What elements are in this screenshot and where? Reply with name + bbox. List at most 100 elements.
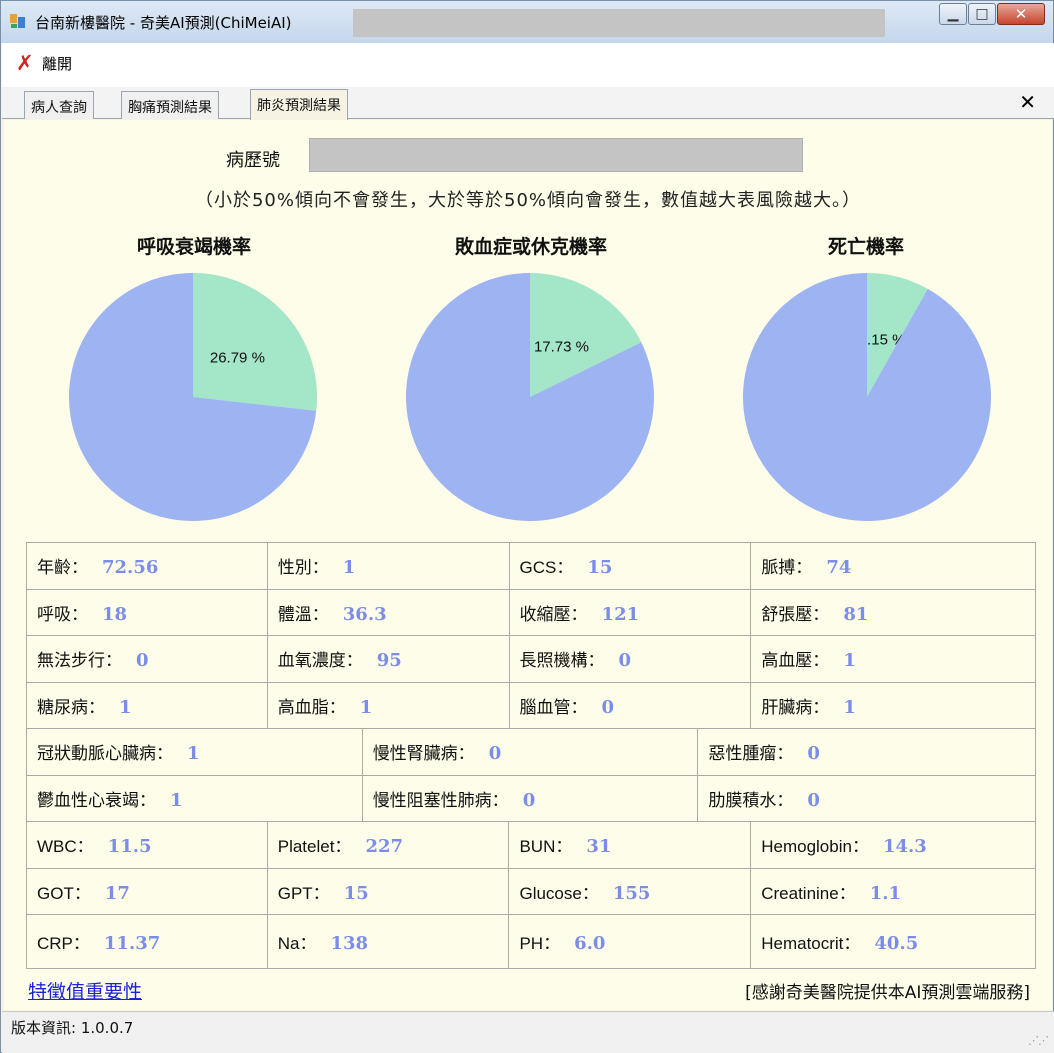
- table-row: 年齡： 72.56 性別： 1 GCS： 15 脈搏： 74: [26, 542, 1036, 590]
- table-cell: Glucose： 155: [508, 867, 752, 915]
- field-label: 冠狀動脈心臟病：: [37, 744, 173, 765]
- field-value: 1: [119, 696, 132, 718]
- field-value: 0: [136, 650, 149, 672]
- close-x-icon: ✗: [16, 51, 34, 75]
- interpretation-hint: （小於50%傾向不會發生，大於等於50%傾向會發生，數值越大表風險越大。）: [194, 190, 861, 211]
- field-value: 81: [843, 603, 869, 625]
- table-cell: 呼吸： 18: [26, 588, 268, 636]
- field-value: 15: [343, 882, 369, 904]
- field-value: 18: [102, 603, 128, 625]
- table-cell: 血氧濃度： 95: [266, 635, 510, 683]
- field-label: Platelet：: [277, 837, 352, 857]
- field-label: PH：: [519, 934, 561, 953]
- tab-patient-query[interactable]: 病人查詢: [24, 91, 94, 119]
- field-value: 40.5: [874, 933, 919, 954]
- feature-importance-link[interactable]: 特徵值重要性: [28, 977, 142, 1004]
- field-label: GPT：: [277, 883, 330, 903]
- field-label: Na：: [277, 934, 317, 953]
- field-value: 138: [330, 933, 369, 954]
- close-window-button[interactable]: ✕: [997, 3, 1045, 25]
- table-cell: 高血壓： 1: [750, 635, 1036, 683]
- leave-button[interactable]: ✗ 離開: [16, 53, 72, 74]
- redacted-area: [353, 9, 885, 37]
- field-value: 1.1: [869, 882, 902, 904]
- leave-label: 離開: [42, 55, 73, 73]
- field-value: 17: [104, 882, 130, 904]
- app-window: 台南新樓醫院 - 奇美AI預測(ChiMeiAI) ▁ □ ✕ ✗ 離開 病人查…: [0, 0, 1054, 1053]
- field-value: 0: [522, 789, 536, 811]
- table-cell: GOT： 17: [26, 867, 268, 915]
- table-cell: Creatinine： 1.1: [750, 867, 1036, 915]
- maximize-button[interactable]: □: [968, 3, 996, 25]
- field-label: Hematocrit：: [761, 934, 861, 953]
- field-label: 糖尿病：: [37, 697, 105, 718]
- field-value: 95: [376, 650, 402, 672]
- tab-label: 肺炎預測結果: [257, 98, 341, 114]
- window-title: 台南新樓醫院 - 奇美AI預測(ChiMeiAI): [35, 14, 292, 32]
- field-value: 1: [170, 789, 183, 811]
- table-cell: Hematocrit： 40.5: [750, 914, 1036, 969]
- field-label: 鬱血性心衰竭：: [37, 790, 156, 811]
- field-value: 72.56: [102, 557, 159, 579]
- table-cell: PH： 6.0: [508, 914, 752, 969]
- service-credit: [感謝奇美醫院提供本AI預測雲端服務]: [745, 983, 1030, 1003]
- table-cell: 年齡： 72.56: [26, 542, 268, 590]
- table-cell: Platelet： 227: [266, 821, 510, 869]
- pie-data-label: 17.73 %: [534, 338, 589, 355]
- field-value: 0: [618, 650, 632, 672]
- field-label: 肝臟病：: [761, 697, 830, 718]
- table-cell: 體溫： 36.3: [266, 588, 510, 636]
- record-number-field[interactable]: [309, 138, 803, 172]
- field-label: WBC：: [37, 837, 94, 857]
- table-row: 呼吸： 18 體溫： 36.3 收縮壓： 121 舒張壓： 81: [26, 588, 1036, 636]
- field-label: GCS：: [519, 558, 574, 578]
- table-cell: GPT： 15: [266, 867, 510, 915]
- pie-chart-mortality: 8.15 %: [743, 273, 991, 521]
- field-label: GOT：: [37, 883, 91, 903]
- table-cell: GCS： 15: [508, 542, 752, 590]
- field-label: 性別：: [277, 558, 329, 579]
- table-cell: 慢性腎臟病： 0: [361, 728, 699, 776]
- title-bar[interactable]: 台南新樓醫院 - 奇美AI預測(ChiMeiAI) ▁ □ ✕: [1, 1, 1053, 43]
- table-row: 無法步行： 0 血氧濃度： 95 長照機構： 0 高血壓： 1: [26, 635, 1036, 683]
- tab-close-icon[interactable]: ✕: [1019, 90, 1036, 114]
- app-icon: [10, 14, 25, 28]
- table-cell: 脈搏： 74: [750, 542, 1036, 590]
- pie-slice-remainder: [743, 273, 991, 521]
- pie-data-label: 26.79 %: [210, 349, 265, 366]
- field-value: 0: [807, 789, 820, 811]
- tab-label: 胸痛預測結果: [128, 100, 212, 116]
- minimize-icon: ▁: [947, 6, 959, 22]
- field-label: 腦血管：: [519, 697, 588, 718]
- field-value: 14.3: [882, 836, 927, 858]
- table-row: 糖尿病： 1 高血脂： 1 腦血管： 0 肝臟病： 1: [26, 681, 1036, 729]
- field-value: 74: [826, 557, 852, 579]
- status-bar: 版本資訊: 1.0.0.7 ⋰⋰: [2, 1011, 1054, 1053]
- table-cell: 高血脂： 1: [266, 681, 510, 729]
- tab-chest-pain-results[interactable]: 胸痛預測結果: [121, 91, 219, 119]
- field-label: 脈搏：: [761, 558, 813, 579]
- table-cell: BUN： 31: [508, 821, 752, 869]
- field-value: 15: [587, 557, 613, 579]
- table-cell: CRP： 11.37: [26, 914, 268, 969]
- field-label: 體溫：: [277, 604, 329, 625]
- field-value: 0: [488, 743, 502, 765]
- field-label: 肋膜積水：: [708, 790, 794, 811]
- pie-chart-sepsis-shock: 17.73 %: [405, 273, 654, 521]
- table-row: GOT： 17 GPT： 15 Glucose： 155 Creatinine： 1.1: [26, 867, 1036, 915]
- field-label: CRP：: [37, 934, 90, 953]
- field-value: 1: [843, 650, 856, 672]
- tab-pneumonia-results[interactable]: 肺炎預測結果: [250, 89, 348, 120]
- table-cell: 無法步行： 0: [26, 635, 268, 683]
- table-cell: 鬱血性心衰竭： 1: [26, 774, 363, 822]
- field-label: 高血壓：: [761, 651, 830, 672]
- field-label: 慢性腎臟病：: [372, 744, 475, 765]
- minimize-button[interactable]: ▁: [939, 3, 967, 25]
- table-cell: 長照機構： 0: [508, 635, 752, 683]
- table-row: 鬱血性心衰竭： 1 慢性阻塞性肺病： 0 肋膜積水： 0: [26, 774, 1036, 822]
- field-value: 121: [601, 603, 640, 625]
- resize-grip-icon[interactable]: ⋰⋰: [1028, 1034, 1049, 1047]
- table-cell: Na： 138: [266, 914, 510, 969]
- pie-slice-probability: [193, 273, 317, 411]
- field-value: 36.3: [342, 603, 387, 625]
